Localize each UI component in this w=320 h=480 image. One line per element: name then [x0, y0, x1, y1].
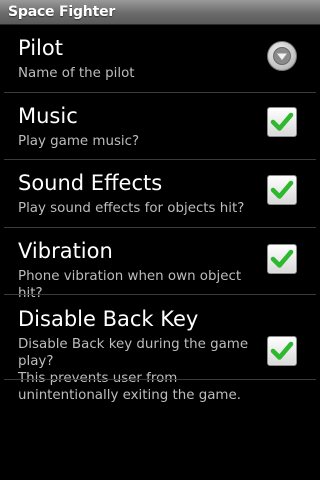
- preferences-list: Pilot Name of the pilot Music Play game …: [0, 25, 320, 410]
- pref-disable-back-key-summary: Disable Back key during the game play? T…: [18, 336, 258, 404]
- pref-sound-effects-title: Sound Effects: [18, 171, 163, 195]
- checkmark-icon: [270, 180, 294, 199]
- pref-vibration[interactable]: Vibration Phone vibration when own objec…: [0, 227, 320, 301]
- music-checkbox[interactable]: [267, 107, 297, 137]
- pref-vibration-title: Vibration: [18, 239, 113, 263]
- pref-disable-back-key[interactable]: Disable Back Key Disable Back key during…: [0, 295, 320, 410]
- pref-pilot[interactable]: Pilot Name of the pilot: [0, 25, 320, 93]
- checkmark-icon: [270, 249, 294, 268]
- summary-line: play?: [18, 354, 54, 369]
- pilot-dropdown-button[interactable]: [267, 41, 297, 71]
- disable-back-key-checkbox[interactable]: [267, 336, 297, 366]
- pref-sound-effects[interactable]: Sound Effects Play sound effects for obj…: [0, 160, 320, 228]
- sound-effects-checkbox[interactable]: [267, 175, 297, 205]
- pref-pilot-summary: Name of the pilot: [18, 66, 135, 81]
- chevron-down-icon: [273, 47, 291, 65]
- summary-line: Disable Back key during the game: [18, 337, 249, 352]
- divider: [4, 379, 316, 380]
- pref-sound-effects-summary: Play sound effects for objects hit?: [18, 201, 245, 216]
- title-bar: Space Fighter: [0, 0, 320, 25]
- pref-pilot-title: Pilot: [18, 36, 63, 60]
- pref-disable-back-key-title: Disable Back Key: [18, 307, 199, 331]
- pref-music-title: Music: [18, 104, 78, 128]
- pref-music[interactable]: Music Play game music?: [0, 92, 320, 160]
- pref-music-summary: Play game music?: [18, 134, 140, 149]
- vibration-checkbox[interactable]: [267, 244, 297, 274]
- app-title: Space Fighter: [8, 4, 116, 20]
- summary-line: unintentionally exiting the game.: [18, 388, 241, 403]
- checkmark-icon: [270, 341, 294, 360]
- checkmark-icon: [270, 112, 294, 131]
